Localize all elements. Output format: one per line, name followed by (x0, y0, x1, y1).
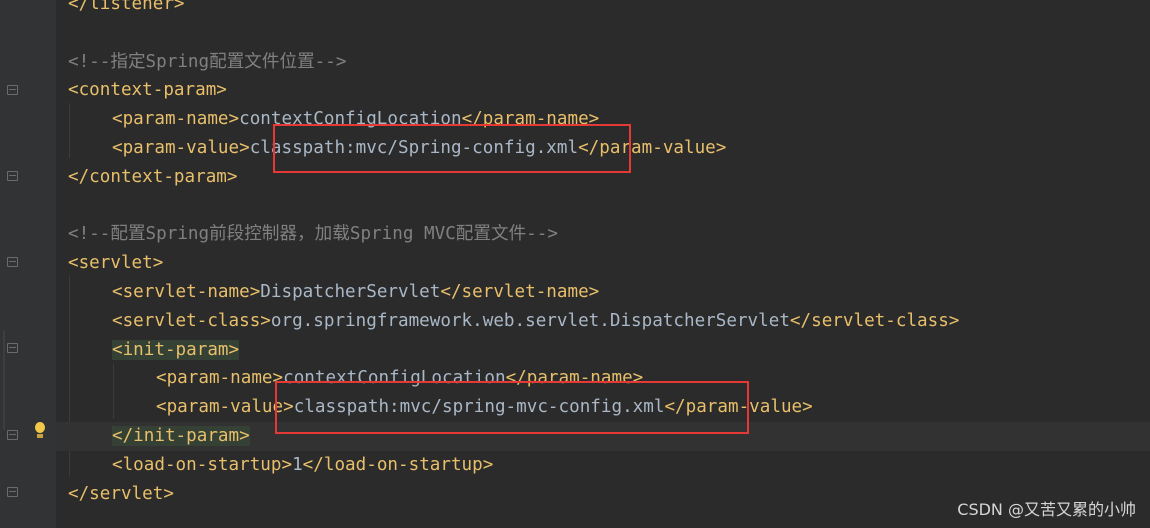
code-editor[interactable]: </listener> <!--指定Spring配置文件位置--> <context… (56, 0, 1150, 528)
code-line[interactable]: <servlet-class>org.springframework.web.s… (56, 307, 1150, 336)
code-line[interactable]: <context-param> (56, 76, 1150, 105)
code-line[interactable]: <!--指定Spring配置文件位置--> (56, 48, 1150, 77)
xml-tag: <load-on-startup> (112, 454, 293, 475)
annotation-box (275, 381, 749, 434)
fold-marker-icon[interactable] (7, 343, 18, 353)
fold-marker-icon[interactable] (7, 257, 18, 267)
xml-tag: <param-name> (156, 368, 284, 389)
xml-comment: <!--指定Spring配置文件位置--> (68, 51, 347, 72)
xml-tag: <init-param> (112, 339, 240, 360)
xml-tag: </listener> (68, 0, 185, 14)
code-line[interactable]: <servlet-name>DispatcherServlet</servlet… (56, 278, 1150, 307)
xml-tag: <param-value> (112, 138, 250, 158)
fold-marker-icon[interactable] (7, 430, 18, 440)
lightbulb-icon[interactable] (32, 422, 48, 440)
xml-tag: <param-value> (156, 397, 294, 418)
xml-tag: <context-param> (68, 80, 227, 101)
xml-tag: <param-name> (112, 109, 240, 130)
fold-marker-icon[interactable] (7, 171, 18, 181)
xml-tag: </init-param> (112, 426, 250, 446)
xml-tag: </servlet-class> (789, 310, 960, 331)
code-line[interactable]: <load-on-startup>1</load-on-startup> (56, 451, 1150, 480)
code-line[interactable]: <!--配置Spring前段控制器，加载Spring MVC配置文件--> (56, 220, 1150, 249)
xml-tag: <servlet> (68, 253, 164, 274)
xml-tag: </load-on-startup> (302, 454, 494, 475)
watermark: CSDN @又苦又累的小帅 (957, 500, 1136, 519)
xml-tag: </context-param> (68, 166, 238, 187)
text-value: 1 (292, 454, 303, 475)
editor-gutter (0, 0, 56, 528)
code-line[interactable]: <servlet> (56, 249, 1150, 278)
code-line[interactable]: </listener> (56, 0, 1150, 19)
code-line[interactable] (56, 19, 1150, 48)
xml-tag: <servlet-class> (112, 310, 271, 331)
xml-tag: </servlet> (68, 483, 174, 504)
change-marker (3, 330, 5, 430)
text-value: org.springframework.web.servlet.Dispatch… (270, 310, 790, 331)
code-line[interactable] (56, 192, 1150, 221)
xml-tag: <servlet-name> (112, 282, 261, 302)
fold-marker-icon[interactable] (7, 487, 18, 497)
code-line[interactable]: <init-param> (56, 336, 1150, 365)
xml-comment: <!--配置Spring前段控制器，加载Spring MVC配置文件--> (68, 224, 558, 245)
xml-tag: </servlet-name> (440, 282, 600, 302)
text-value: DispatcherServlet (260, 282, 441, 302)
annotation-box (273, 124, 631, 173)
fold-marker-icon[interactable] (7, 85, 18, 95)
